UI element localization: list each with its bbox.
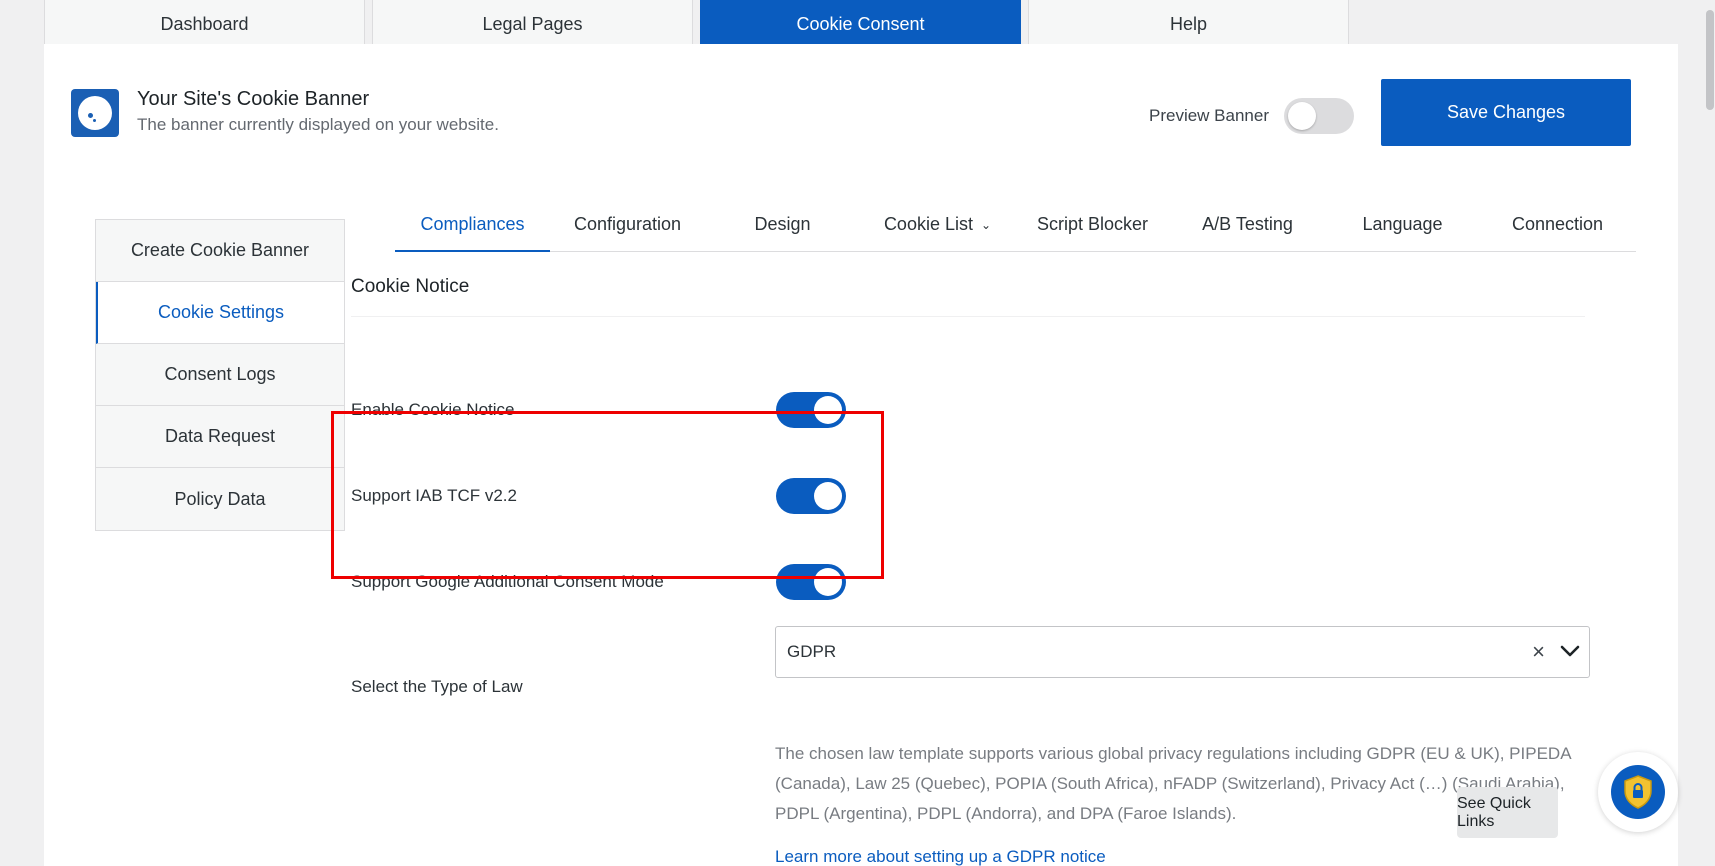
- save-changes-button[interactable]: Save Changes: [1381, 79, 1631, 146]
- section-divider: [351, 316, 1585, 317]
- sidebar-item-policy-data[interactable]: Policy Data: [96, 468, 344, 530]
- tab-legal-pages[interactable]: Legal Pages: [372, 0, 693, 49]
- cookie-banner-icon: [71, 89, 119, 137]
- see-quick-links-button[interactable]: See Quick Links: [1457, 787, 1558, 838]
- subtab-cookie-list[interactable]: Cookie List ⌄: [860, 214, 1015, 252]
- law-type-label: Select the Type of Law: [351, 677, 523, 696]
- top-navigation: Dashboard Legal Pages Cookie Consent Hel…: [44, 0, 1349, 49]
- page-scrollbar[interactable]: [1705, 0, 1715, 866]
- tab-help[interactable]: Help: [1028, 0, 1349, 49]
- quick-links-shield-button[interactable]: [1598, 752, 1678, 832]
- chevron-down-icon[interactable]: [1559, 640, 1581, 662]
- sidebar-item-cookie-settings[interactable]: Cookie Settings: [96, 282, 344, 344]
- shield-lock-icon: [1624, 775, 1652, 809]
- sidebar-item-data-request[interactable]: Data Request: [96, 406, 344, 468]
- tab-cookie-consent[interactable]: Cookie Consent: [700, 0, 1021, 49]
- tab-dashboard[interactable]: Dashboard: [44, 0, 365, 49]
- sidebar-item-create-cookie-banner[interactable]: Create Cookie Banner: [96, 220, 344, 282]
- page-subtitle: The banner currently displayed on your w…: [137, 115, 499, 134]
- subtab-script-blocker[interactable]: Script Blocker: [1015, 214, 1170, 252]
- scrollbar-thumb[interactable]: [1706, 10, 1714, 110]
- subtab-design[interactable]: Design: [705, 214, 860, 252]
- subtab-compliances[interactable]: Compliances: [395, 214, 550, 252]
- preview-banner-toggle[interactable]: [1284, 98, 1354, 134]
- learn-more-link[interactable]: Learn more about setting up a GDPR notic…: [775, 847, 1106, 866]
- subtab-language[interactable]: Language: [1325, 214, 1480, 252]
- page-title: Your Site's Cookie Banner: [137, 88, 370, 110]
- highlight-box: [331, 411, 884, 579]
- subtab-ab-testing[interactable]: A/B Testing: [1170, 214, 1325, 252]
- settings-subtabs: Compliances Configuration Design Cookie …: [395, 214, 1636, 252]
- subtab-cookie-list-label: Cookie List: [883, 214, 973, 234]
- cookie-notice-heading: Cookie Notice: [351, 276, 470, 297]
- law-type-value: GDPR: [787, 642, 837, 661]
- settings-sidebar: Create Cookie Banner Cookie Settings Con…: [95, 219, 345, 531]
- chevron-down-icon: ⌄: [980, 218, 992, 233]
- subtab-configuration[interactable]: Configuration: [550, 214, 705, 252]
- preview-banner-label: Preview Banner: [1149, 106, 1270, 125]
- subtab-connection[interactable]: Connection: [1480, 214, 1635, 252]
- law-type-select[interactable]: GDPR ×: [775, 626, 1590, 678]
- sidebar-item-consent-logs[interactable]: Consent Logs: [96, 344, 344, 406]
- close-icon[interactable]: ×: [1532, 639, 1545, 665]
